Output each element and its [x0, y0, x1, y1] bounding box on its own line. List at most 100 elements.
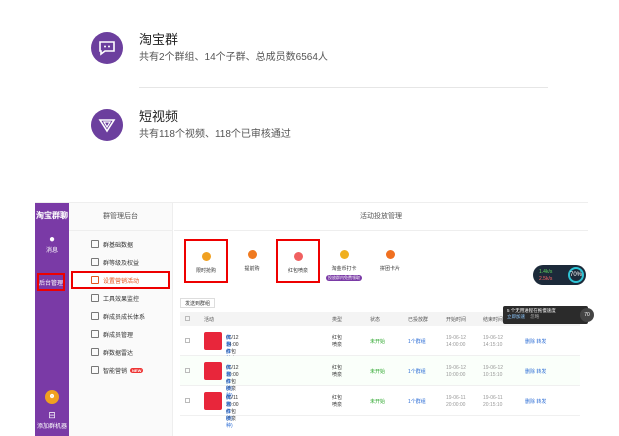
table-row[interactable]: 06/12 10:00红包喷泉 红包(1种) 优惠券(1种) 红包喷泉 未开始 1个…	[180, 356, 580, 399]
row-checkbox[interactable]	[185, 368, 190, 373]
card-title: 短视频	[139, 109, 179, 124]
row-groups[interactable]: 1个群组	[408, 398, 426, 405]
left-rail: 淘宝群聊 ● 消息 后台管理 ☻ ⊟ 添加群机器	[35, 203, 69, 436]
red-packet-thumb	[204, 362, 222, 380]
row-status: 未开始	[370, 369, 386, 375]
bag-icon	[91, 276, 99, 284]
menu-item-smart[interactable]: 智能营销 NEW	[69, 361, 172, 379]
type-tag: 投放群内免费领取	[326, 275, 362, 281]
coin-icon	[339, 250, 349, 259]
user-icon	[91, 330, 99, 338]
red-packet-thumb	[204, 392, 222, 410]
monitor-icon	[91, 294, 99, 302]
red-packet-thumb	[204, 332, 222, 350]
col-activity: 活动	[204, 317, 215, 323]
radar-icon	[91, 348, 99, 356]
menu-item-growth[interactable]: 群成员成长体系	[69, 307, 172, 325]
row-checkbox[interactable]	[185, 398, 190, 403]
row-status: 未开始	[370, 339, 386, 345]
type-label: 红包喷泉	[287, 268, 308, 274]
new-badge: NEW	[130, 367, 144, 373]
activity-types: 限时抢购 提前购 红包喷泉 淘金币打卡投放群内免费领取 拼团卡片	[184, 239, 414, 283]
short-video-card[interactable]: 短视频 共有118个视频、118个已审核通过	[91, 109, 291, 141]
type-label: 拼团卡片	[379, 266, 400, 272]
menu-item-radar[interactable]: 群数据雷达	[69, 343, 172, 361]
speed-circle-icon: 70	[580, 308, 594, 322]
row-type: 红包喷泉	[332, 365, 343, 378]
menu-item-label: 群成员管理	[103, 332, 134, 339]
type-label: 提前购	[244, 266, 260, 272]
menu-item-basic-data[interactable]: 群基础数据	[69, 235, 172, 253]
row-ops[interactable]: 删除 转发	[525, 368, 546, 375]
menu-item-label: 群数据雷达	[103, 350, 134, 357]
row-groups[interactable]: 1个群组	[408, 338, 426, 345]
menu-item-members[interactable]: 群成员管理	[69, 325, 172, 343]
page-title: 活动投放管理	[174, 203, 588, 231]
clock-icon	[247, 250, 257, 259]
bar-chart-icon	[91, 240, 99, 248]
col-status: 状态	[370, 317, 381, 323]
row-end: 19-06-12 10:15:10	[483, 365, 504, 378]
rail-messages[interactable]: ● 消息	[35, 234, 69, 254]
type-group-buy[interactable]: 拼团卡片	[368, 239, 412, 283]
row-type: 红包喷泉	[332, 395, 343, 408]
menu-item-monitor[interactable]: 工具效果监控	[69, 289, 172, 307]
send-to-group-button[interactable]: 发送到群组	[180, 298, 216, 308]
user-icon	[91, 312, 99, 320]
row-link[interactable]: 优惠券(1种)	[226, 395, 233, 430]
rail-admin-label: 后台管理	[39, 280, 64, 287]
divider	[139, 87, 548, 88]
table-row[interactable]: 06/12 14:00红包喷泉红包(1种)优惠券(1种) 红包喷泉 未开始 1个…	[180, 326, 580, 369]
card-title: 淘宝群	[139, 32, 179, 47]
chat-bubble-icon	[91, 32, 123, 64]
row-status: 未开始	[370, 399, 386, 405]
speed-widget[interactable]: 1.4k/s 2.5k/s 70%	[533, 265, 586, 285]
red-packet-icon	[293, 252, 303, 261]
rail-admin[interactable]: 后台管理	[37, 273, 65, 291]
menu-item-label: 工具效果监控	[103, 296, 140, 303]
type-presale[interactable]: 提前购	[230, 239, 274, 283]
taobao-group-card[interactable]: 淘宝群 共有2个群组、14个子群、总成员数6564人	[91, 32, 328, 64]
add-bot-label[interactable]: 添加群机器	[35, 421, 69, 430]
video-triangle-icon	[91, 109, 123, 141]
avatar[interactable]: ☻	[45, 390, 59, 404]
row-groups[interactable]: 1个群组	[408, 368, 426, 375]
menu-item-label: 群等级及权益	[103, 260, 140, 267]
net-up: 1.4k/s	[539, 269, 553, 275]
type-label: 淘金币打卡	[331, 266, 357, 272]
rail-messages-label: 消息	[45, 248, 58, 254]
row-ops[interactable]: 删除 转发	[525, 398, 546, 405]
row-start: 19-06-11 20:00:00	[446, 395, 466, 408]
card-desc: 共有118个视频、118个已审核通过	[139, 129, 291, 140]
col-end: 结束时间	[483, 317, 504, 323]
group-icon	[385, 250, 395, 259]
row-end: 19-06-12 14:15:10	[483, 335, 504, 348]
memory-percent: 70%	[568, 267, 584, 283]
menu-item-marketing[interactable]: 设置营销活动	[71, 271, 170, 289]
row-type: 红包喷泉	[332, 335, 343, 348]
type-coin-checkin[interactable]: 淘金币打卡投放群内免费领取	[322, 239, 366, 283]
speed-tip[interactable]: 5 个无用进程在拖慢速度 立即加速 忽略 70	[503, 306, 594, 324]
menu-item-label: 智能营销	[103, 368, 128, 375]
tip-accelerate-link[interactable]: 立即加速	[507, 314, 525, 319]
card-desc: 共有2个群组、14个子群、总成员数6564人	[139, 52, 328, 63]
menu-item-label: 设置营销活动	[103, 278, 140, 285]
col-start: 开始时间	[446, 317, 467, 323]
menu-item-label: 群基础数据	[103, 242, 134, 249]
select-all-checkbox[interactable]	[185, 316, 190, 321]
net-down: 2.5k/s	[539, 276, 553, 282]
row-start: 19-06-12 14:00:00	[446, 335, 467, 348]
tip-ignore-link[interactable]: 忽略	[530, 314, 539, 319]
smart-icon	[91, 366, 99, 374]
type-flash-sale[interactable]: 限时抢购	[184, 239, 228, 283]
side-menu: 群管理后台 群基础数据 群等级及权益 设置营销活动 工具效果监控 群成员成长体系…	[69, 203, 173, 436]
menu-item-levels[interactable]: 群等级及权益	[69, 253, 172, 271]
row-ops[interactable]: 删除 转发	[525, 338, 546, 345]
row-checkbox[interactable]	[185, 338, 190, 343]
menu-item-label: 群成员成长体系	[103, 314, 146, 321]
add-bot-icon: ⊟	[48, 410, 56, 420]
row-start: 19-06-12 10:00:00	[446, 365, 467, 378]
table-row[interactable]: 06/11 20:00红包喷泉 红包(1种) 优惠券(1种) 红包喷泉 未开始 1个…	[180, 386, 580, 429]
col-type: 类型	[332, 317, 343, 323]
type-red-packet[interactable]: 红包喷泉	[276, 239, 320, 283]
